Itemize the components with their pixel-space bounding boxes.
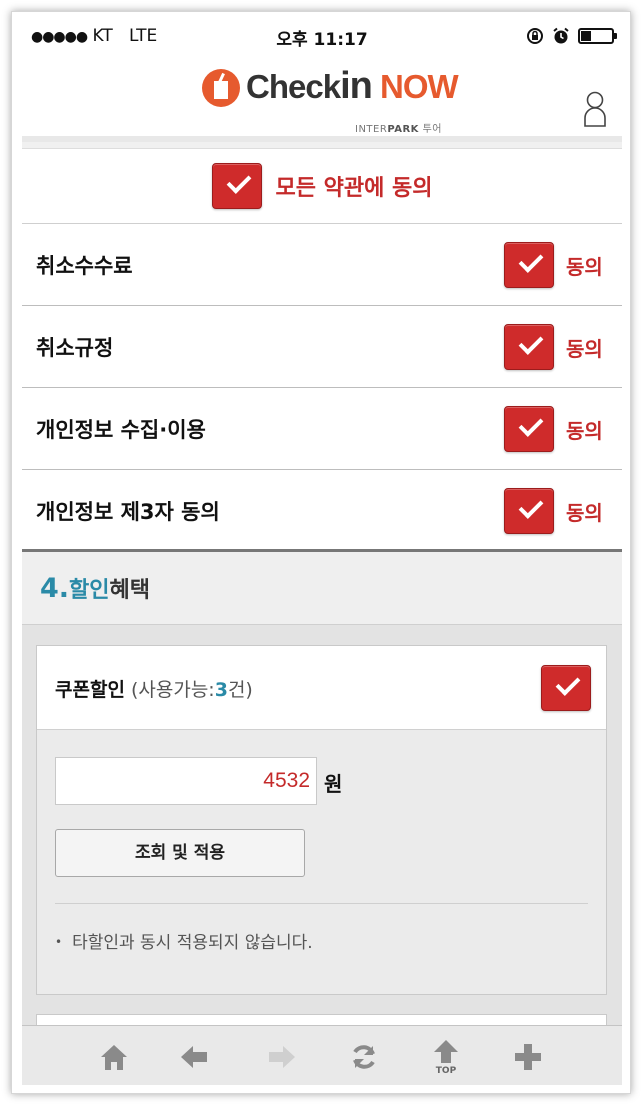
refresh-button[interactable] xyxy=(344,1040,384,1074)
coupon-note: • 타할인과 동시 적용되지 않습니다. xyxy=(55,933,313,953)
term-label: 개인정보 제3자 동의 xyxy=(36,500,220,524)
user-account-icon[interactable] xyxy=(582,91,608,127)
battery-icon xyxy=(578,28,617,44)
arrow-left-icon xyxy=(181,1046,207,1068)
coupon-amount-input[interactable]: 4532 xyxy=(55,757,317,805)
home-icon xyxy=(101,1045,127,1070)
app-header: Checkin NOW INTERPARK 투어 xyxy=(22,52,622,142)
back-button[interactable] xyxy=(174,1040,214,1074)
bullet-icon: • xyxy=(55,935,63,949)
term-checkbox[interactable] xyxy=(504,488,554,534)
rotation-lock-icon xyxy=(527,28,543,44)
coupon-card: 쿠폰할인 (사용가능:3건) 4532 원 조회 및 적용 • 타할인과 동시 적… xyxy=(36,645,607,995)
bottom-toolbar: TOP xyxy=(22,1025,622,1085)
scroll-top-button[interactable]: TOP xyxy=(426,1040,466,1076)
status-bar: ●●●●● KT LTE 오후 11:17 xyxy=(22,22,622,52)
refresh-icon xyxy=(353,1045,375,1069)
arrow-up-icon xyxy=(434,1040,458,1063)
term-checkbox[interactable] xyxy=(504,324,554,370)
term-agree-label: 동의 xyxy=(566,501,603,525)
section-title-highlight: 할인 xyxy=(69,578,110,603)
coupon-apply-button[interactable]: 조회 및 적용 xyxy=(55,829,305,877)
coupon-title: 쿠폰할인 (사용가능:3건) xyxy=(55,679,253,701)
interpark-tour-sublogo: INTERPARK 투어 xyxy=(355,124,443,135)
forward-button[interactable] xyxy=(262,1040,302,1074)
home-button[interactable] xyxy=(94,1040,134,1074)
agree-all-label: 모든 약관에 동의 xyxy=(275,176,433,201)
term-row-privacy-collection[interactable]: 개인정보 수집·이용 동의 xyxy=(22,388,622,470)
agree-all-row[interactable]: 모든 약관에 동의 xyxy=(22,148,622,224)
term-row-cancel-fee[interactable]: 취소수수료 동의 xyxy=(22,224,622,306)
logo-wordmark: Checkin NOW xyxy=(246,65,459,107)
status-icons xyxy=(526,27,617,45)
term-agree-label: 동의 xyxy=(566,337,603,361)
discount-content: 쿠폰할인 (사용가능:3건) 4532 원 조회 및 적용 • 타할인과 동시 적… xyxy=(22,625,622,1085)
term-agree-label: 동의 xyxy=(566,419,603,443)
term-row-cancel-policy[interactable]: 취소규정 동의 xyxy=(22,306,622,388)
term-checkbox[interactable] xyxy=(504,242,554,288)
add-button[interactable] xyxy=(508,1040,548,1074)
logo-mark-icon xyxy=(202,69,240,107)
section-title: 4.할인혜택 xyxy=(40,572,150,604)
term-label: 개인정보 수집·이용 xyxy=(36,418,206,442)
agree-all-checkbox[interactable] xyxy=(211,163,262,209)
top-label: TOP xyxy=(435,1066,457,1076)
coupon-checkbox[interactable] xyxy=(541,665,591,711)
plus-icon xyxy=(515,1044,541,1070)
screen: ●●●●● KT LTE 오후 11:17 Checkin NOW INTERP… xyxy=(22,22,622,1085)
term-agree-label: 동의 xyxy=(566,255,603,279)
phone-frame: ●●●●● KT LTE 오후 11:17 Checkin NOW INTERP… xyxy=(11,11,631,1094)
arrow-right-icon xyxy=(269,1046,295,1068)
discount-section-header: 4.할인혜택 xyxy=(22,549,622,625)
term-label: 취소수수료 xyxy=(36,254,133,278)
coupon-availability: (사용가능:3건) xyxy=(124,679,253,701)
divider xyxy=(55,903,588,904)
term-checkbox[interactable] xyxy=(504,406,554,452)
section-number: 4. xyxy=(40,573,70,604)
coupon-card-header[interactable]: 쿠폰할인 (사용가능:3건) xyxy=(37,646,606,730)
checkin-now-logo[interactable]: Checkin NOW xyxy=(202,65,459,122)
term-label: 취소규정 xyxy=(36,336,114,360)
alarm-icon xyxy=(553,27,569,44)
section-title-rest: 혜택 xyxy=(109,578,151,603)
currency-unit: 원 xyxy=(324,772,343,796)
term-row-privacy-third-party[interactable]: 개인정보 제3자 동의 동의 xyxy=(22,470,622,549)
